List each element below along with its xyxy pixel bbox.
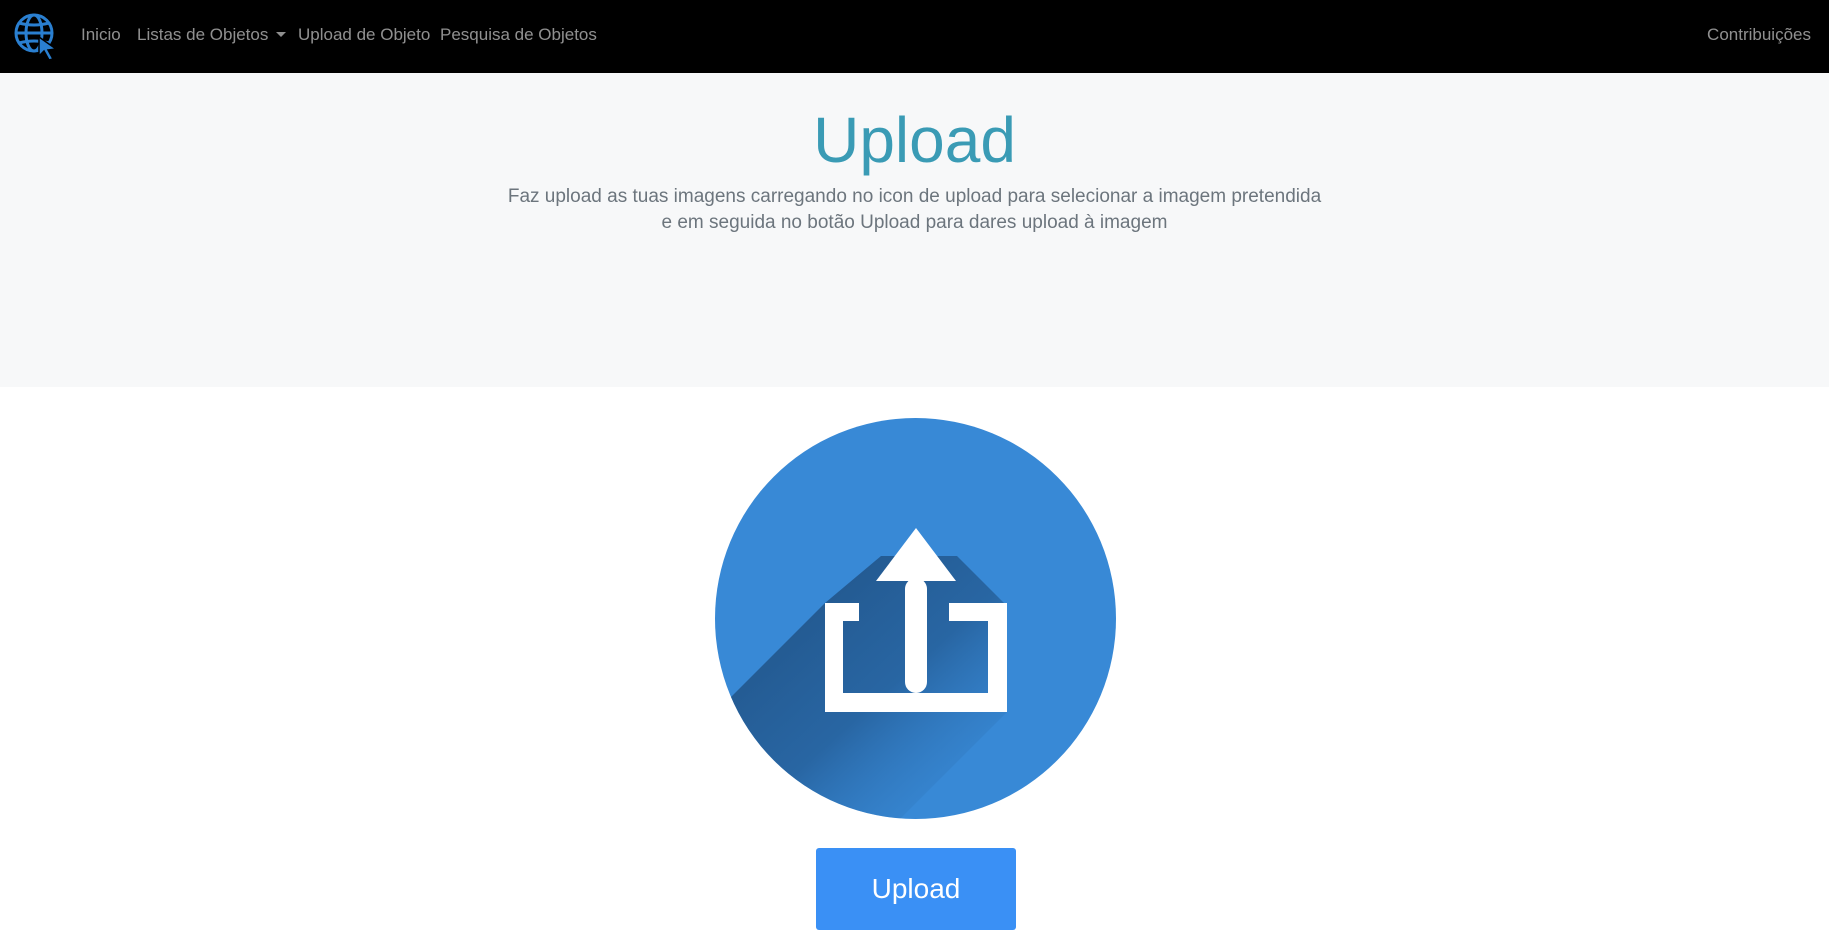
upload-image-picker[interactable] <box>715 418 1116 819</box>
globe-cursor-icon <box>14 13 59 61</box>
upload-button[interactable]: Upload <box>816 848 1016 930</box>
nav-item-pesquisa[interactable]: Pesquisa de Objetos <box>440 0 597 73</box>
nav-item-upload[interactable]: Upload de Objeto <box>298 0 430 73</box>
chevron-down-icon <box>276 32 287 37</box>
hero-section: Upload Faz upload as tuas imagens carreg… <box>0 73 1829 387</box>
hero-description: Faz upload as tuas imagens carregando no… <box>0 184 1829 236</box>
nav-item-listas-label: Listas de Objetos <box>137 25 269 44</box>
nav-item-listas-dropdown[interactable]: Listas de Objetos <box>137 0 287 73</box>
hero-description-line-2: e em seguida no botão Upload para dares … <box>661 212 1168 233</box>
navbar: Inicio Listas de Objetos Upload de Objet… <box>0 0 1829 73</box>
nav-item-contribuicoes[interactable]: Contribuições <box>1707 0 1811 73</box>
hero-description-line-1: Faz upload as tuas imagens carregando no… <box>507 186 1322 207</box>
nav-item-inicio[interactable]: Inicio <box>81 0 121 73</box>
brand-logo[interactable] <box>12 10 60 61</box>
page-title: Upload <box>813 104 1016 176</box>
upload-icon <box>715 418 1116 819</box>
